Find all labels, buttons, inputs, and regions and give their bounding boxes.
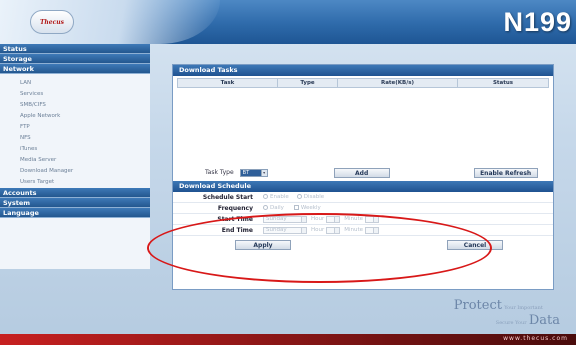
footer-bar: www.thecus.com — [0, 334, 576, 345]
task-type-select[interactable]: BT ▾ — [239, 168, 268, 177]
sidebar-item-nfs[interactable]: NFS — [0, 133, 150, 144]
frequency-label: Frequency — [217, 204, 253, 212]
header-banner: Thecus N199 — [0, 0, 576, 44]
model-name: N199 — [503, 7, 572, 37]
sidebar-menu: Status Storage Network LAN Services SMB/… — [0, 44, 150, 269]
sidebar-item-lan[interactable]: LAN — [0, 78, 150, 89]
sidebar-accounts[interactable]: Accounts — [0, 188, 150, 198]
sidebar-system[interactable]: System — [0, 198, 150, 208]
sidebar-storage[interactable]: Storage — [0, 54, 150, 64]
radio-icon — [263, 205, 268, 210]
frequency-row: Frequency Daily Weekly — [173, 203, 553, 214]
annotation-ellipse — [147, 213, 492, 283]
checkbox-icon — [293, 205, 299, 210]
sidebar-item-smb[interactable]: SMB/CIFS — [0, 100, 150, 111]
sidebar-item-users-target[interactable]: Users Target — [0, 177, 150, 188]
chevron-down-icon: ▾ — [260, 169, 267, 176]
protect-data-tagline: Protect Your Important Secure Your Data — [453, 298, 560, 328]
schedule-start-row: Schedule Start Enable Disable — [173, 192, 553, 203]
sidebar-network[interactable]: Network — [0, 64, 150, 74]
footer-url[interactable]: www.thecus.com — [503, 335, 568, 342]
sidebar-item-services[interactable]: Services — [0, 89, 150, 100]
frequency-weekly-option[interactable]: Weekly — [293, 205, 321, 211]
frequency-daily-option[interactable]: Daily — [263, 205, 284, 211]
sidebar-language[interactable]: Language — [0, 208, 150, 218]
tasks-table: Task Type Rate(KB/s) Status — [177, 78, 549, 88]
add-task-button[interactable]: Add — [333, 167, 390, 178]
sidebar-status[interactable]: Status — [0, 44, 150, 54]
schedule-enable-option[interactable]: Enable — [263, 194, 289, 200]
sidebar-item-media-server[interactable]: Media Server — [0, 155, 150, 166]
col-type[interactable]: Type — [277, 78, 338, 88]
schedule-disable-option[interactable]: Disable — [296, 194, 324, 200]
download-schedule-title: Download Schedule — [173, 181, 553, 192]
col-status[interactable]: Status — [457, 78, 549, 88]
sidebar-item-itunes[interactable]: iTunes — [0, 144, 150, 155]
download-tasks-title: Download Tasks — [173, 65, 553, 76]
sidebar-item-ftp[interactable]: FTP — [0, 122, 150, 133]
col-rate[interactable]: Rate(KB/s) — [337, 78, 458, 88]
sidebar-item-download-manager[interactable]: Download Manager — [0, 166, 150, 177]
thecus-logo: Thecus — [30, 10, 74, 34]
sidebar-item-apple-network[interactable]: Apple Network — [0, 111, 150, 122]
task-list-area — [173, 88, 553, 164]
col-task[interactable]: Task — [177, 78, 278, 88]
task-type-label: Task Type — [205, 169, 234, 176]
schedule-start-label: Schedule Start — [202, 193, 253, 201]
task-controls: Task Type BT ▾ Add Enable Refresh — [173, 166, 553, 179]
radio-icon — [296, 194, 302, 199]
enable-refresh-button[interactable]: Enable Refresh — [473, 167, 538, 178]
radio-icon — [263, 194, 268, 199]
